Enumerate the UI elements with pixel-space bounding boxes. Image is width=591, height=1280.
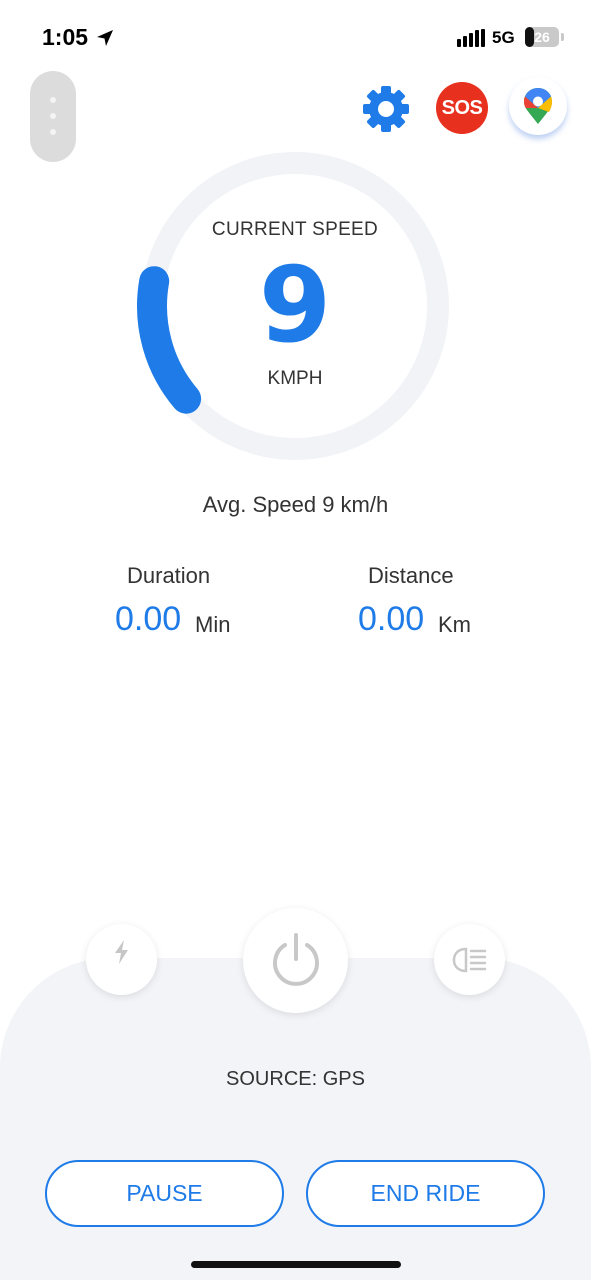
- gear-icon: [363, 86, 409, 132]
- battery-percent: 26: [534, 29, 550, 45]
- google-maps-button[interactable]: [509, 77, 567, 135]
- power-button[interactable]: [243, 908, 348, 1013]
- speed-source: SOURCE: GPS: [226, 1068, 365, 1090]
- settings-button[interactable]: [361, 84, 411, 134]
- duration-unit: Min: [195, 612, 231, 637]
- distance-label: Distance: [368, 563, 454, 588]
- status-time: 1:05: [42, 24, 89, 50]
- distance-unit: Km: [438, 612, 471, 637]
- power-icon: [273, 933, 319, 986]
- end-ride-button[interactable]: END RIDE: [306, 1160, 545, 1227]
- distance-value: 0.00: [358, 600, 425, 638]
- network-type: 5G: [492, 28, 515, 47]
- lightning-bolt-icon: [115, 940, 128, 964]
- duration-label: Duration: [127, 563, 211, 588]
- google-maps-pin-icon: [524, 88, 552, 124]
- speed-unit: KMPH: [267, 368, 323, 389]
- signal-bars-icon: [457, 29, 485, 47]
- home-indicator: [191, 1261, 401, 1268]
- duration-value: 0.00: [115, 600, 182, 638]
- average-speed: Avg. Speed 9 km/h: [202, 492, 389, 517]
- more-menu-button[interactable]: [30, 71, 76, 162]
- current-speed-value: 9: [258, 244, 332, 366]
- headlight-icon: [452, 947, 487, 973]
- headlight-button[interactable]: [434, 924, 505, 995]
- battery-icon: 26: [525, 27, 559, 47]
- boost-button[interactable]: [86, 924, 157, 995]
- pause-button[interactable]: PAUSE: [45, 1160, 284, 1227]
- current-speed-label: CURRENT SPEED: [211, 219, 379, 240]
- location-arrow-icon: [97, 30, 113, 46]
- battery-cap: [561, 33, 564, 41]
- sos-button[interactable]: SOS: [436, 82, 488, 134]
